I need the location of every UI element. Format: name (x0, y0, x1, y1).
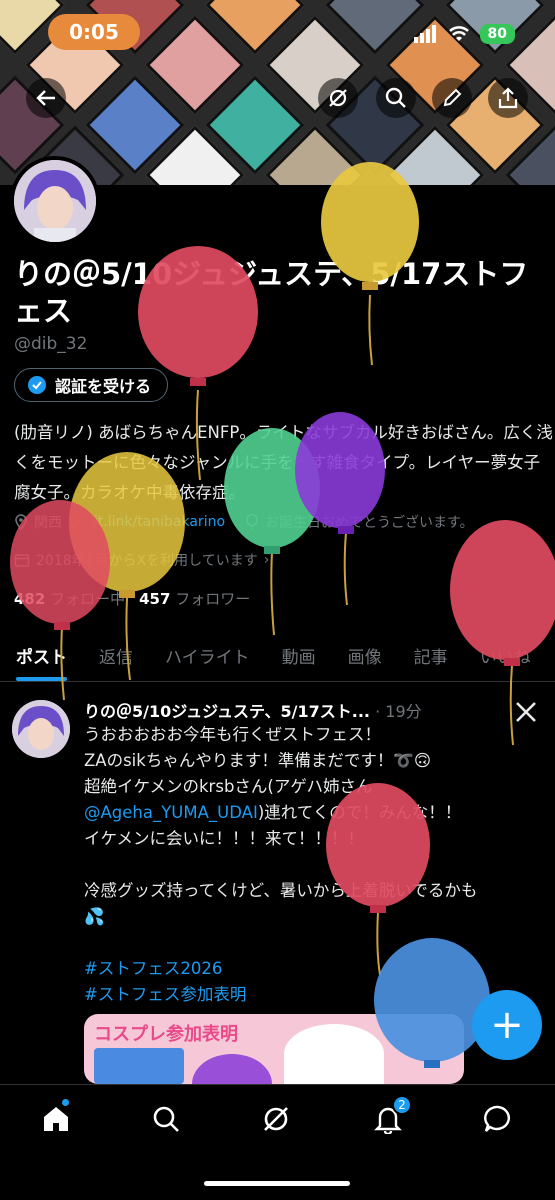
post-text-line: うおおおおお今年も行くぜストフェス！ (84, 725, 381, 744)
nav-home[interactable] (38, 1099, 74, 1137)
message-icon (484, 1105, 510, 1132)
tab-likes[interactable]: いいね (464, 630, 547, 681)
wifi-icon (448, 26, 469, 41)
location-text: 関西 (34, 515, 62, 531)
bottom-navigation: 2 (0, 1084, 555, 1200)
grok-icon (329, 89, 347, 107)
post-text-line: イケメンに会いに！！！来て！！！！ (84, 829, 365, 848)
post-text-line: 超絶イケメンのkrsbさん(アゲハ姉さん (84, 777, 373, 796)
joined-row[interactable]: 2018年1月からXを利用しています › (14, 550, 269, 570)
tab-articles[interactable]: 記事 (398, 630, 464, 681)
status-time: 0:05 (48, 14, 140, 50)
post-header: りの＠5/10ジュジュステ、5/17スト... · 19分 (84, 698, 514, 722)
home-icon (44, 1107, 68, 1131)
tab-videos[interactable]: 動画 (266, 630, 332, 681)
battery-indicator: 80 (479, 24, 515, 44)
post-image-graphic (284, 1024, 384, 1084)
post-author-name[interactable]: りの＠5/10ジュジュステ、5/17スト... (84, 702, 370, 721)
post-image[interactable]: コスプレ参加表明 (84, 1014, 464, 1084)
avatar-image (12, 700, 70, 758)
post-text-line: )連れてくので！みんな！！ (257, 803, 462, 822)
grok-button[interactable] (318, 78, 358, 118)
profile-avatar[interactable] (10, 156, 100, 246)
edit-button[interactable] (432, 78, 472, 118)
balloon-icon (246, 514, 258, 530)
followers-link[interactable]: 457 フォロワー (139, 588, 250, 609)
search-icon (385, 87, 406, 108)
nav-notifications[interactable]: 2 (370, 1095, 412, 1137)
get-verified-label: 認証を受ける (55, 377, 152, 396)
post-image-caption: コスプレ参加表明 (94, 1024, 238, 1045)
post-text-line: ZAのsikちゃんやります！準備まだです！➰🙃 (84, 751, 432, 770)
share-icon (498, 87, 518, 109)
follow-counts: 482 フォロー中 457 フォロワー (14, 588, 250, 609)
nav-search[interactable] (148, 1101, 184, 1137)
verified-badge-icon (28, 376, 46, 394)
birthday-text: お誕生日おめでとうございます。 (265, 515, 474, 531)
get-verified-button[interactable]: 認証を受ける (14, 368, 169, 402)
back-arrow-icon (36, 90, 55, 106)
grok-icon (264, 1107, 288, 1131)
post-hashtag[interactable]: #ストフェス2026 (84, 956, 544, 982)
post-author-avatar[interactable] (12, 700, 70, 758)
cellular-signal-icon (413, 25, 436, 43)
post-hashtag[interactable]: #ストフェス参加表明 (84, 982, 544, 1008)
chevron-right-icon: › (263, 552, 270, 568)
tab-replies[interactable]: 返信 (83, 630, 149, 681)
joined-text: 2018年1月からXを利用しています (36, 553, 258, 569)
followers-count: 457 (139, 590, 171, 608)
calendar-icon (14, 554, 30, 567)
profile-bio: (肋音リノ) あばらちゃんENFP。ライトなサブカル好きおばさん。広く浅くをモッ… (14, 423, 553, 502)
post-text-line: 冷感グッズ持ってくけど、暑いから上着脱いでるかも (84, 881, 478, 900)
post-body: うおおおおお今年も行くぜストフェス！ ZAのsikちゃんやります！準備まだです！… (84, 722, 544, 1008)
pencil-icon (443, 88, 462, 107)
status-indicators: 80 (413, 24, 515, 44)
post-time: · 19分 (375, 702, 422, 721)
profile-link[interactable]: lit.link/tanibakarino (90, 514, 225, 530)
search-icon (153, 1106, 179, 1132)
nav-messages[interactable] (480, 1101, 516, 1137)
post-mention[interactable]: @Ageha_YUMA_UDAI (84, 803, 258, 822)
search-button[interactable] (376, 78, 416, 118)
followers-label: フォロワー (175, 590, 251, 608)
display-name: りの＠5/10ジュジュステ、5/17ストフェス (14, 257, 529, 328)
post-image-graphic (94, 1048, 184, 1084)
tab-images[interactable]: 画像 (332, 630, 398, 681)
location-icon (15, 514, 27, 530)
home-unread-dot (62, 1099, 69, 1106)
following-label: フォロー中 (50, 590, 126, 608)
notifications-badge: 2 (392, 1095, 412, 1115)
share-button[interactable] (488, 78, 528, 118)
profile-tabs: ポスト 返信 ハイライト 動画 画像 記事 いいね (0, 630, 555, 682)
tab-posts[interactable]: ポスト (0, 630, 83, 681)
user-handle: @dib_32 (14, 334, 88, 354)
avatar-image (14, 160, 96, 242)
following-count: 482 (14, 590, 46, 608)
home-indicator[interactable] (204, 1181, 350, 1186)
compose-post-button[interactable]: + (472, 990, 542, 1060)
tab-highlights[interactable]: ハイライト (149, 630, 266, 681)
link-icon (70, 516, 82, 528)
back-button[interactable] (26, 78, 66, 118)
post-text-line: 💦 (84, 907, 105, 926)
following-link[interactable]: 482 フォロー中 (14, 588, 125, 609)
profile-meta-row: 関西 lit.link/tanibakarino お誕生日おめでとうございます。 (14, 512, 474, 532)
nav-grok[interactable] (258, 1101, 294, 1137)
